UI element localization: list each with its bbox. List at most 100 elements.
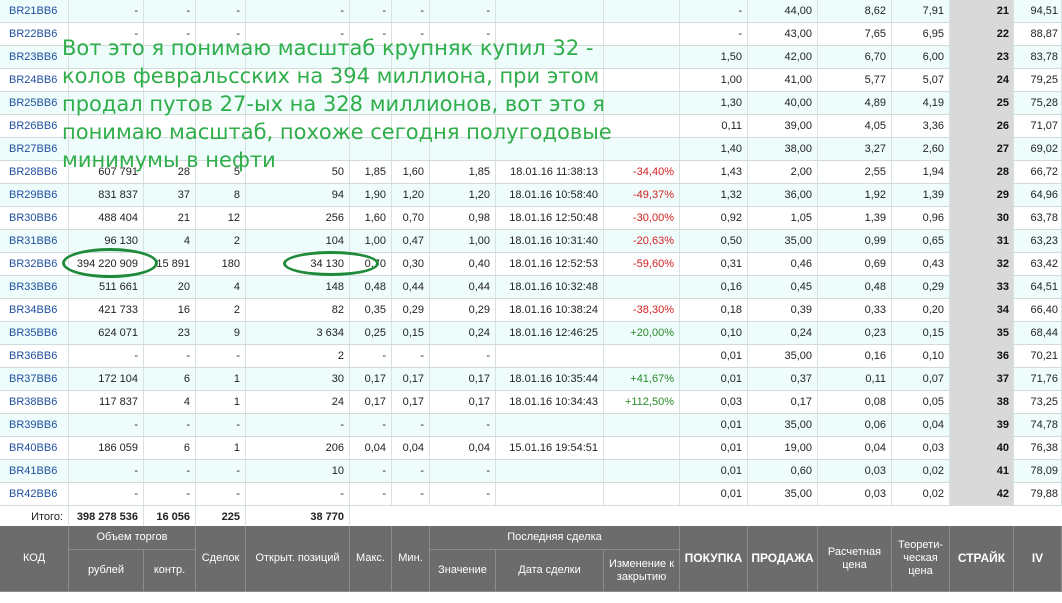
col-change[interactable]: Изменение к закрытию xyxy=(604,550,680,592)
cell-ask: 40,00 xyxy=(748,92,818,114)
col-contracts[interactable]: контр. xyxy=(144,550,196,592)
col-theoretical[interactable]: Теорети- ческая цена xyxy=(892,526,950,592)
cell-code[interactable]: BR30BB6 xyxy=(0,207,69,229)
cell-code[interactable]: BR41BB6 xyxy=(0,460,69,482)
table-row[interactable]: BR33BB6 511 661 20 4 148 0,48 0,44 0,44 18.01.16… xyxy=(0,276,1062,299)
total-rub: 398 278 536 xyxy=(69,506,144,528)
cell-code[interactable]: BR32BB6 xyxy=(0,253,69,275)
cell-bid: - xyxy=(680,23,748,45)
col-min[interactable]: Мин. xyxy=(392,526,430,592)
table-row[interactable]: BR36BB6- - -2- - -0,01 35,00 0,16 0,10 36 70,21 xyxy=(0,345,1062,368)
col-open-interest[interactable]: Открыт. позиций xyxy=(246,526,350,592)
table-row[interactable]: BR42BB6- - - - - - -0,01 35,00 0,03 0,02 42 79,88 xyxy=(0,483,1062,506)
cell-ask: 2,00 xyxy=(748,161,818,183)
cell-code[interactable]: BR35BB6 xyxy=(0,322,69,344)
cell-contr: - xyxy=(144,460,196,482)
cell-code[interactable]: BR27BB6 xyxy=(0,138,69,160)
cell-iv: 75,28 xyxy=(1014,92,1062,114)
col-rubles[interactable]: рублей xyxy=(69,550,144,592)
cell-code[interactable]: BR21BB6 xyxy=(0,0,69,22)
cell-chg: -59,60% xyxy=(604,253,680,275)
cell-code[interactable]: BR26BB6 xyxy=(0,115,69,137)
col-settle[interactable]: Расчетная цена xyxy=(818,526,892,592)
cell-code[interactable]: BR34BB6 xyxy=(0,299,69,321)
cell-theo: 3,36 xyxy=(892,115,950,137)
cell-oi: 10 xyxy=(246,460,350,482)
cell-date: 18.01.16 10:35:44 xyxy=(496,368,604,390)
col-deal-date[interactable]: Дата сделки xyxy=(496,550,604,592)
cell-rub: 117 837 xyxy=(69,391,144,413)
table-row[interactable]: BR34BB6 421 733 16 2 82 0,35 0,29 0,29 18.01.16 … xyxy=(0,299,1062,322)
cell-oi: - xyxy=(246,414,350,436)
cell-contr: 4 xyxy=(144,391,196,413)
col-deals[interactable]: Сделок xyxy=(196,526,246,592)
col-code[interactable]: КОД xyxy=(0,526,69,592)
cell-date xyxy=(496,483,604,505)
cell-bid: 0,01 xyxy=(680,345,748,367)
table-row[interactable]: BR30BB6 488 404 21 12 256 1,60 0,70 0,98 18.01.1… xyxy=(0,207,1062,230)
cell-min: - xyxy=(392,345,430,367)
col-ask[interactable]: ПРОДАЖА xyxy=(748,526,818,592)
col-max[interactable]: Макс. xyxy=(350,526,392,592)
cell-rub: - xyxy=(69,345,144,367)
col-strike[interactable]: СТРАЙК xyxy=(950,526,1014,592)
table-row[interactable]: BR31BB6 96 130 4 2 104 1,00 0,47 1,00 18.01.16 1… xyxy=(0,230,1062,253)
cell-code[interactable]: BR22BB6 xyxy=(0,23,69,45)
cell-min: 0,47 xyxy=(392,230,430,252)
cell-val: - xyxy=(430,414,496,436)
table-row[interactable]: BR38BB6 117 837 4 1 24 0,17 0,17 0,17 18.01.16 1… xyxy=(0,391,1062,414)
cell-iv: 70,21 xyxy=(1014,345,1062,367)
cell-code[interactable]: BR24BB6 xyxy=(0,69,69,91)
annotation-text: Вот это я понимаю масштаб крупняк купил … xyxy=(62,36,612,172)
cell-ask: 0,39 xyxy=(748,299,818,321)
cell-strike: 23 xyxy=(950,46,1014,68)
table-row[interactable]: BR35BB6 624 071 23 9 3 634 0,25 0,15 0,24 18.01.… xyxy=(0,322,1062,345)
cell-ask: 43,00 xyxy=(748,23,818,45)
cell-max: - xyxy=(350,483,392,505)
cell-settle: 0,23 xyxy=(818,322,892,344)
cell-code[interactable]: BR25BB6 xyxy=(0,92,69,114)
cell-min: - xyxy=(392,460,430,482)
cell-theo: 6,00 xyxy=(892,46,950,68)
table-row[interactable]: BR32BB6 394 220 909 15 891 180 34 130 0,70 0,3… xyxy=(0,253,1062,276)
cell-code[interactable]: BR40BB6 xyxy=(0,437,69,459)
cell-code[interactable]: BR31BB6 xyxy=(0,230,69,252)
cell-rub: - xyxy=(69,414,144,436)
cell-strike: 25 xyxy=(950,92,1014,114)
cell-settle: 0,08 xyxy=(818,391,892,413)
cell-deals: 1 xyxy=(196,391,246,413)
table-row[interactable]: BR40BB6 186 059 6 1 206 0,04 0,04 0,04 15.01.16 … xyxy=(0,437,1062,460)
cell-code[interactable]: BR23BB6 xyxy=(0,46,69,68)
cell-rub: 186 059 xyxy=(69,437,144,459)
table-row[interactable]: BR41BB6- - -10- - -0,01 0,60 0,03 0,02 41 78,09 xyxy=(0,460,1062,483)
cell-chg xyxy=(604,276,680,298)
cell-code[interactable]: BR33BB6 xyxy=(0,276,69,298)
cell-bid: 0,01 xyxy=(680,437,748,459)
cell-code[interactable]: BR39BB6 xyxy=(0,414,69,436)
cell-iv: 78,09 xyxy=(1014,460,1062,482)
cell-settle: 0,16 xyxy=(818,345,892,367)
table-row[interactable]: BR29BB6 831 837 37 8 94 1,90 1,20 1,20 18.01.16 … xyxy=(0,184,1062,207)
cell-date: 18.01.16 10:32:48 xyxy=(496,276,604,298)
cell-chg: +20,00% xyxy=(604,322,680,344)
col-bid[interactable]: ПОКУПКА xyxy=(680,526,748,592)
cell-iv: 66,40 xyxy=(1014,299,1062,321)
cell-code[interactable]: BR42BB6 xyxy=(0,483,69,505)
table-row[interactable]: BR21BB6- - - - - - - -44,00 8,62 7,91 21 94,51 xyxy=(0,0,1062,23)
cell-code[interactable]: BR29BB6 xyxy=(0,184,69,206)
table-row[interactable]: BR39BB6- - - - - - -0,01 35,00 0,06 0,04 39 74,78 xyxy=(0,414,1062,437)
cell-strike: 29 xyxy=(950,184,1014,206)
cell-bid: 0,10 xyxy=(680,322,748,344)
cell-code[interactable]: BR36BB6 xyxy=(0,345,69,367)
cell-max: - xyxy=(350,414,392,436)
table-row[interactable]: BR37BB6 172 104 6 1 30 0,17 0,17 0,17 18.01.16 1… xyxy=(0,368,1062,391)
cell-bid: 1,30 xyxy=(680,92,748,114)
col-value[interactable]: Значение xyxy=(430,550,496,592)
cell-iv: 83,78 xyxy=(1014,46,1062,68)
cell-iv: 76,38 xyxy=(1014,437,1062,459)
cell-code[interactable]: BR37BB6 xyxy=(0,368,69,390)
cell-code[interactable]: BR38BB6 xyxy=(0,391,69,413)
col-iv[interactable]: IV xyxy=(1014,526,1062,592)
cell-code[interactable]: BR28BB6 xyxy=(0,161,69,183)
cell-ask: 0,17 xyxy=(748,391,818,413)
